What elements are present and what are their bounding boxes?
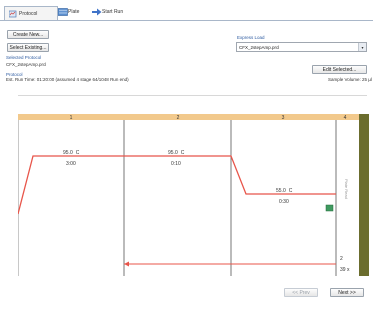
- express-load-combo[interactable]: CFX_2stepAmp.prcl ▾: [236, 42, 367, 52]
- svg-text:95.0C: 95.0 C: [63, 150, 80, 156]
- goto-step: 2: [340, 256, 343, 262]
- tab-label: Plate: [68, 9, 80, 15]
- tab-label: Start Run: [102, 9, 124, 15]
- protocol-icon: [8, 10, 17, 18]
- step-number: 2: [177, 115, 180, 121]
- svg-text:55.0C: 55.0 C: [276, 188, 293, 194]
- protocol-graph[interactable]: 1 2 3 4 95.0 C 3:00 95.0 C 0:10 55.0 C 0:30…: [18, 114, 359, 276]
- tab-start-run[interactable]: Start Run: [88, 6, 136, 18]
- chart-scrollbar[interactable]: [359, 114, 369, 276]
- edit-selected-button[interactable]: Edit Selected...: [312, 65, 367, 74]
- step-temp: 95.0: [168, 150, 178, 156]
- step-number: 3: [282, 115, 285, 121]
- step-time: 3:00: [66, 161, 76, 167]
- tab-label: Protocol: [19, 10, 38, 17]
- next-button[interactable]: Next >>: [330, 288, 364, 297]
- goto-count: 39 x: [340, 267, 350, 273]
- express-load-label: Express Load: [237, 35, 265, 40]
- select-existing-button[interactable]: Select Existing...: [7, 43, 49, 52]
- step-time: 0:30: [279, 199, 289, 205]
- tab-protocol[interactable]: Protocol: [4, 6, 58, 20]
- tab-divider: [0, 20, 373, 21]
- footer-bar: << Prev Next >>: [0, 285, 373, 310]
- protocol-file-name: CFX_2stepAmp.prcl: [6, 62, 47, 67]
- tab-strip: Protocol Plate Start Run: [2, 6, 371, 20]
- step-number: 4: [344, 115, 347, 121]
- plate-read-label: Plate Read: [344, 179, 349, 199]
- express-load-value: CFX_2stepAmp.prcl: [239, 44, 280, 50]
- goto-arrow-icon: [124, 261, 129, 267]
- step-unit: C: [181, 150, 185, 156]
- sample-volume: Sample Volume: 25 µl: [328, 77, 372, 82]
- create-new-button[interactable]: Create New...: [7, 30, 49, 39]
- step-number: 1: [70, 115, 73, 121]
- est-run-time: Est. Run Time: 01:20:00 (assumed 4 stage…: [6, 77, 129, 82]
- plate-icon: [57, 8, 68, 16]
- step-time: 0:10: [171, 161, 181, 167]
- step-temp: 55.0: [276, 188, 286, 194]
- svg-text:95.0C: 95.0 C: [168, 150, 185, 156]
- chevron-down-icon[interactable]: ▾: [358, 43, 366, 51]
- plate-read-icon: [325, 204, 334, 212]
- step-temp: 95.0: [63, 150, 73, 156]
- section-separator: [18, 95, 367, 96]
- selected-protocol-label: Selected Protocol: [6, 55, 42, 60]
- start-run-icon: [92, 8, 102, 16]
- step-unit: C: [76, 150, 80, 156]
- step-unit: C: [289, 188, 293, 194]
- prev-button[interactable]: << Prev: [284, 288, 318, 297]
